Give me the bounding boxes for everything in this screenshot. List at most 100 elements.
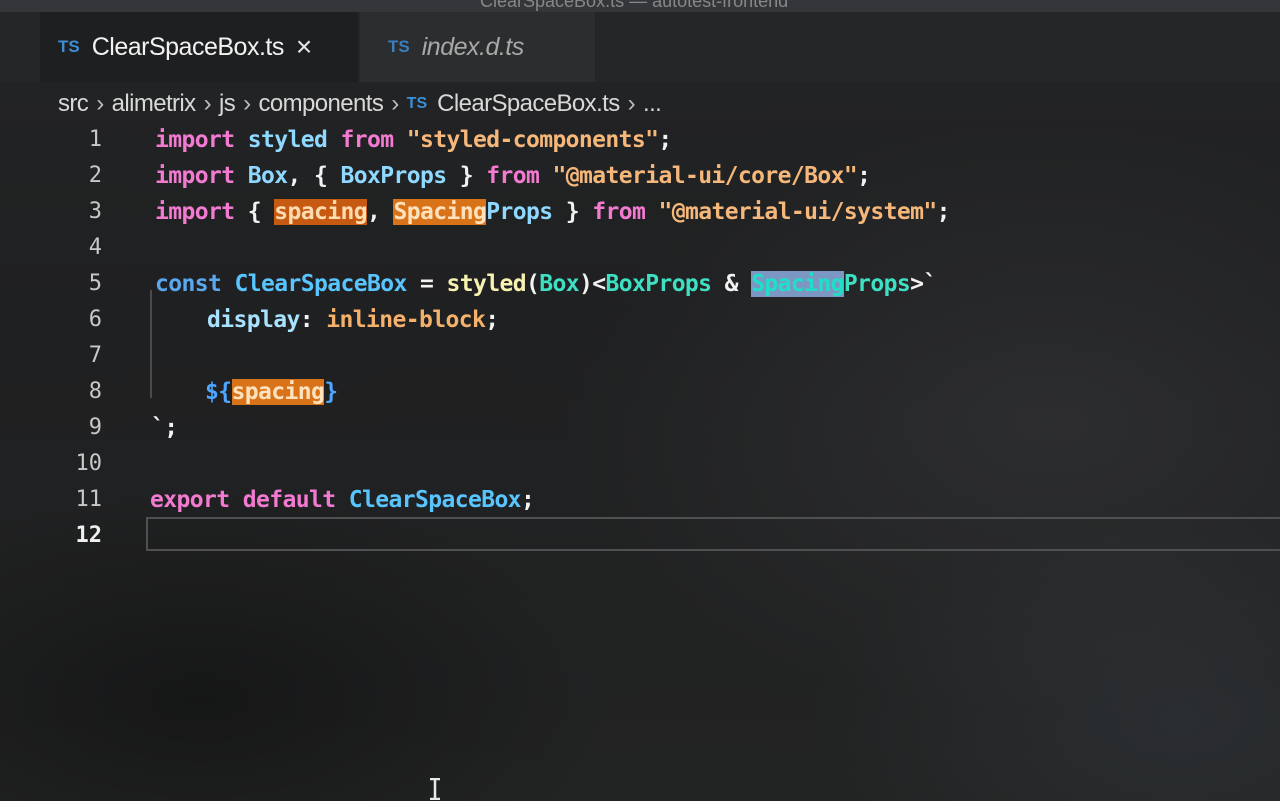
code-line[interactable]: 8 ${spacing} (0, 374, 1280, 410)
tab-label: ClearSpaceBox.ts (91, 32, 285, 61)
code-token: : (299, 307, 327, 333)
code-token: const (155, 271, 222, 297)
code-line[interactable]: 3 import { spacing, SpacingProps } from "… (0, 194, 1280, 230)
close-icon[interactable]: × (296, 33, 312, 61)
line-number: 1 (88, 127, 102, 152)
code-text: display: inline-block; (154, 302, 499, 338)
code-editor[interactable]: 1 import styled from "styled-components";… (0, 122, 1280, 801)
code-token: styled (247, 127, 328, 153)
line-number: 9 (88, 415, 102, 440)
code-text: import styled from "styled-components"; (155, 122, 672, 158)
breadcrumb: src › alimetrix › js › components › TS C… (58, 86, 662, 122)
code-text: ${spacing} (152, 374, 338, 410)
breadcrumb-item-components[interactable]: components (259, 90, 384, 118)
line-number: 12 (75, 523, 103, 548)
typescript-file-icon: TS (58, 37, 80, 56)
code-token: BoxProps (605, 271, 712, 297)
code-token: ClearSpaceBox (234, 271, 408, 297)
code-token: ; (520, 487, 535, 513)
code-token: spacing (231, 379, 325, 405)
code-token: { (234, 199, 275, 225)
breadcrumb-item-symbols[interactable]: ... (643, 90, 662, 118)
code-token: ; (658, 127, 672, 153)
code-line[interactable]: 9 `; (0, 410, 1280, 446)
code-token: from (486, 163, 540, 189)
code-text: import Box, { BoxProps } from "@material… (155, 158, 871, 194)
code-text: export default ClearSpaceBox; (150, 482, 535, 518)
code-token: spacing (274, 199, 368, 225)
tab-clearspacebox[interactable]: TS ClearSpaceBox.ts × (40, 12, 358, 82)
tab-index-d-ts[interactable]: TS index.d.ts (360, 12, 595, 82)
code-token: inline-block (326, 307, 486, 333)
code-token: ; (485, 307, 499, 333)
code-token: } (446, 163, 487, 189)
code-token: Box (539, 271, 579, 297)
breadcrumb-item-js[interactable]: js (219, 90, 236, 118)
line-number: 4 (88, 235, 102, 260)
text-cursor-icon (430, 778, 440, 800)
chevron-right-icon: › (391, 90, 399, 117)
chevron-right-icon: › (243, 90, 251, 117)
chevron-right-icon: › (203, 90, 212, 117)
code-line[interactable]: 12 (0, 518, 1280, 554)
code-token: "@material-ui/core/Box" (552, 163, 858, 189)
tab-bar: TS ClearSpaceBox.ts × TS index.d.ts (0, 12, 1280, 82)
code-token: Props (486, 199, 553, 225)
chevron-right-icon: › (627, 90, 636, 117)
tab-label: index.d.ts (421, 32, 525, 61)
code-token: export (150, 487, 230, 513)
code-token: ( (525, 271, 540, 297)
code-token: "styled-components" (406, 127, 659, 153)
code-token: import (155, 127, 235, 153)
code-token: } (552, 199, 593, 225)
code-line[interactable]: 11 export default ClearSpaceBox; (0, 482, 1280, 518)
code-line[interactable]: 5 const ClearSpaceBox = styled(Box)<BoxPr… (0, 266, 1280, 302)
line-number: 7 (88, 343, 102, 368)
line-number: 11 (75, 487, 103, 512)
title-bar: ClearSpaceBox.ts — autotest-frontend (0, 0, 1280, 12)
code-token: ${ (205, 379, 232, 405)
code-token: } (324, 379, 338, 405)
breadcrumb-item-src[interactable]: src (58, 90, 89, 118)
line-number: 10 (75, 451, 103, 476)
code-token: ; (857, 163, 871, 189)
code-token: ; (936, 199, 951, 225)
code-token: `; (151, 415, 178, 441)
code-token: from (592, 199, 646, 225)
code-line[interactable]: 4 (0, 230, 1280, 266)
code-token: BoxProps (340, 163, 447, 189)
code-token: Box (247, 163, 288, 189)
breadcrumb-item-alimetrix[interactable]: alimetrix (112, 90, 197, 118)
code-token: styled (446, 271, 526, 297)
code-token: , (366, 199, 394, 225)
code-line[interactable]: 6 display: inline-block; (0, 302, 1280, 338)
typescript-file-icon: TS (388, 37, 410, 56)
line-number: 2 (88, 163, 102, 188)
code-token: & (711, 271, 752, 297)
code-text: const ClearSpaceBox = styled(Box)<BoxPro… (155, 266, 937, 302)
code-text: import { spacing, SpacingProps } from "@… (155, 194, 951, 230)
code-token: Props (843, 271, 911, 297)
breadcrumb-item-file[interactable]: ClearSpaceBox.ts (437, 90, 620, 118)
code-line[interactable]: 2 import Box, { BoxProps } from "@materia… (0, 158, 1280, 194)
line-number: 5 (88, 271, 102, 296)
code-line[interactable]: 7 (0, 338, 1280, 374)
code-line[interactable]: 1 import styled from "styled-components"; (0, 122, 1280, 158)
code-token: import (155, 163, 235, 189)
editor-screen: ClearSpaceBox.ts — autotest-frontend TS … (0, 0, 1280, 801)
code-token: Spacing (751, 271, 845, 297)
code-token: ClearSpaceBox (348, 487, 522, 513)
code-line[interactable]: 10 (0, 446, 1280, 482)
code-token: import (155, 199, 235, 225)
line-number: 6 (88, 307, 102, 332)
